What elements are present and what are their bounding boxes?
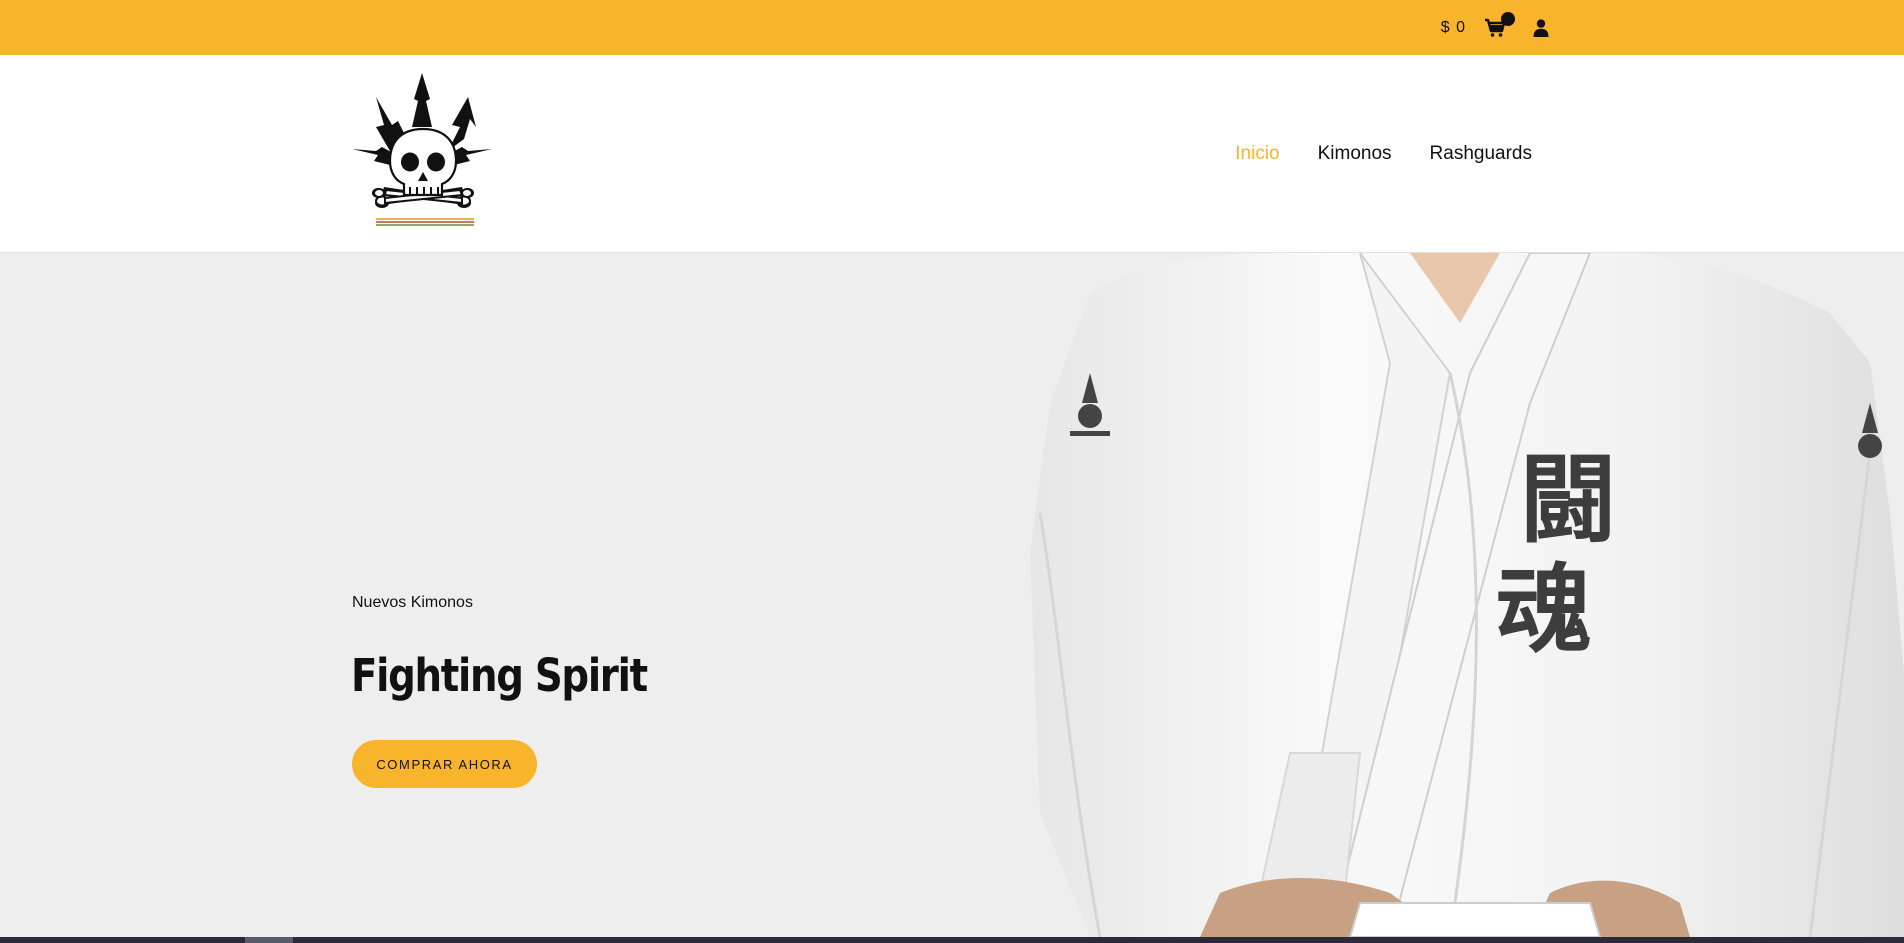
site-header: Inicio Kimonos Rashguards — [0, 55, 1904, 253]
nav-item-rashguards[interactable]: Rashguards — [1430, 143, 1532, 165]
hero-subtitle: Nuevos Kimonos — [352, 594, 473, 611]
logo[interactable] — [352, 71, 500, 227]
kimono-kanji-bottom: 魂 — [1496, 554, 1592, 666]
hero-banner: 闘 魂 Nuevos Kimonos Fighting Spirit COMPR… — [0, 253, 1904, 937]
nav-item-inicio[interactable]: Inicio — [1235, 143, 1279, 165]
main-nav: Inicio Kimonos Rashguards — [1235, 143, 1532, 165]
shop-now-button[interactable]: COMPRAR AHORA — [352, 740, 537, 788]
topbar-actions: $ 0 — [1441, 0, 1552, 55]
hero-title: Fighting Spirit — [351, 649, 648, 702]
kimono-kanji-top: 闘 — [1520, 444, 1616, 556]
cart-button[interactable] — [1482, 11, 1515, 41]
bottom-strip — [0, 937, 1904, 943]
bottom-strip-chip — [245, 937, 293, 943]
user-icon — [1533, 18, 1549, 37]
account-button[interactable] — [1530, 15, 1552, 41]
cart-total[interactable]: $ 0 — [1441, 19, 1466, 37]
nav-item-kimonos[interactable]: Kimonos — [1318, 143, 1392, 165]
cart-badge — [1501, 11, 1515, 26]
top-bar: $ 0 — [0, 0, 1904, 55]
hero-kimono-image: 闘 魂 — [1030, 253, 1904, 937]
